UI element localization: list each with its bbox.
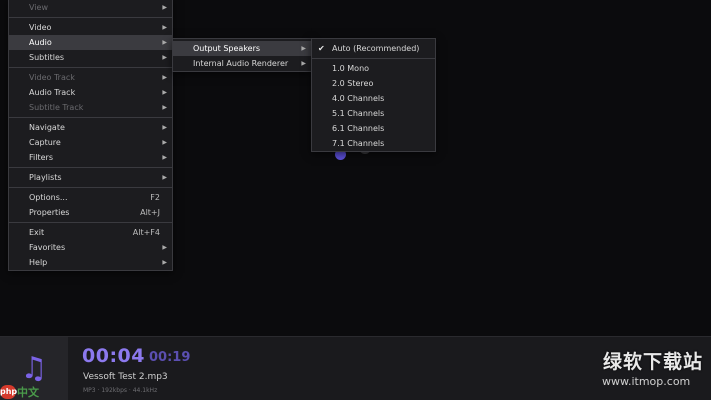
menu-item-speakers-auto[interactable]: ✔ Auto (Recommended): [312, 41, 435, 56]
menu-item-label: View: [29, 3, 48, 12]
menu-item-capture[interactable]: Capture ▶: [9, 135, 172, 150]
submenu-arrow-icon: ▶: [162, 4, 167, 11]
main-context-menu: View ▶ Video ▶ Audio ▶ Subtitles ▶ Video…: [8, 0, 173, 271]
menu-item-label: Audio Track: [29, 88, 76, 97]
output-speakers-submenu: ✔ Auto (Recommended) 1.0 Mono 2.0 Stereo…: [311, 38, 436, 152]
menu-item-internal-audio-renderer[interactable]: Internal Audio Renderer ▶: [173, 56, 311, 71]
menu-item-speakers-mono[interactable]: 1.0 Mono: [312, 61, 435, 76]
menu-separator: [9, 67, 172, 68]
menu-separator: [9, 117, 172, 118]
menu-item-label: Navigate: [29, 123, 65, 132]
menu-separator: [9, 167, 172, 168]
menu-item-shortcut: F2: [150, 193, 160, 202]
submenu-arrow-icon: ▶: [162, 39, 167, 46]
submenu-arrow-icon: ▶: [162, 89, 167, 96]
menu-separator: [9, 222, 172, 223]
menu-item-label: Video: [29, 23, 52, 32]
menu-separator: [9, 187, 172, 188]
player-bar: ♫ php 中文网 00:04 00:19 Vessoft Test 2.mp3…: [0, 336, 711, 400]
menu-item-options[interactable]: Options... F2: [9, 190, 172, 205]
menu-item-playlists[interactable]: Playlists ▶: [9, 170, 172, 185]
submenu-arrow-icon: ▶: [162, 259, 167, 266]
menu-item-shortcut: Alt+J: [140, 208, 160, 217]
submenu-arrow-icon: ▶: [162, 104, 167, 111]
submenu-arrow-icon: ▶: [162, 154, 167, 161]
menu-item-properties[interactable]: Properties Alt+J: [9, 205, 172, 220]
submenu-arrow-icon: ▶: [162, 24, 167, 31]
watermark-site-url: www.itmop.com: [602, 375, 691, 388]
submenu-arrow-icon: ▶: [162, 139, 167, 146]
menu-item-audio[interactable]: Audio ▶: [9, 35, 172, 50]
current-time: 00:04: [82, 345, 145, 367]
menu-item-speakers-4ch[interactable]: 4.0 Channels: [312, 91, 435, 106]
menu-item-audio-track[interactable]: Audio Track ▶: [9, 85, 172, 100]
submenu-arrow-icon: ▶: [162, 124, 167, 131]
menu-item-speakers-71[interactable]: 7.1 Channels: [312, 136, 435, 151]
track-title: Vessoft Test 2.mp3: [83, 372, 168, 382]
menu-item-label: 7.1 Channels: [332, 139, 385, 148]
submenu-arrow-icon: ▶: [301, 60, 306, 67]
menu-item-navigate[interactable]: Navigate ▶: [9, 120, 172, 135]
menu-item-label: Audio: [29, 38, 52, 47]
menu-item-view[interactable]: View ▶: [9, 0, 172, 15]
menu-item-exit[interactable]: Exit Alt+F4: [9, 225, 172, 240]
menu-item-shortcut: Alt+F4: [132, 228, 160, 237]
watermark-logo: php 中文网: [0, 383, 40, 400]
track-info: MP3 · 192kbps · 44.1kHz: [83, 387, 158, 394]
menu-item-label: Help: [29, 258, 48, 267]
menu-item-label: 4.0 Channels: [332, 94, 385, 103]
menu-item-label: Properties: [29, 208, 70, 217]
watermark-logo-cn: 中文网: [17, 386, 39, 399]
menu-item-favorites[interactable]: Favorites ▶: [9, 240, 172, 255]
menu-item-label: 6.1 Channels: [332, 124, 385, 133]
menu-item-label: Video Track: [29, 73, 75, 82]
submenu-arrow-icon: ▶: [162, 174, 167, 181]
menu-item-label: Filters: [29, 153, 53, 162]
menu-item-subtitle-track[interactable]: Subtitle Track ▶: [9, 100, 172, 115]
submenu-arrow-icon: ▶: [301, 45, 306, 52]
menu-item-label: Exit: [29, 228, 45, 237]
menu-item-label: 1.0 Mono: [332, 64, 370, 73]
music-note-icon: ♫: [20, 351, 48, 386]
menu-separator: [312, 58, 435, 59]
audio-submenu: Output Speakers ▶ Internal Audio Rendere…: [172, 38, 312, 72]
menu-item-label: Output Speakers: [193, 44, 261, 53]
menu-item-filters[interactable]: Filters ▶: [9, 150, 172, 165]
menu-item-output-speakers[interactable]: Output Speakers ▶: [173, 41, 311, 56]
menu-item-label: Subtitle Track: [29, 103, 84, 112]
watermark-site-name: 绿软下载站: [603, 351, 704, 373]
menu-separator: [9, 17, 172, 18]
menu-item-speakers-61[interactable]: 6.1 Channels: [312, 121, 435, 136]
menu-item-label: 2.0 Stereo: [332, 79, 374, 88]
submenu-arrow-icon: ▶: [162, 244, 167, 251]
submenu-arrow-icon: ▶: [162, 74, 167, 81]
menu-item-label: Playlists: [29, 173, 62, 182]
menu-item-label: Options...: [29, 193, 68, 202]
watermark-logo-badge: php: [0, 385, 17, 399]
submenu-arrow-icon: ▶: [162, 54, 167, 61]
menu-item-subtitles[interactable]: Subtitles ▶: [9, 50, 172, 65]
menu-item-label: 5.1 Channels: [332, 109, 385, 118]
menu-item-label: Auto (Recommended): [332, 44, 420, 53]
menu-item-video[interactable]: Video ▶: [9, 20, 172, 35]
check-icon: ✔: [318, 44, 325, 53]
menu-item-video-track[interactable]: Video Track ▶: [9, 70, 172, 85]
menu-item-speakers-51[interactable]: 5.1 Channels: [312, 106, 435, 121]
menu-item-label: Favorites: [29, 243, 66, 252]
menu-item-label: Subtitles: [29, 53, 65, 62]
menu-item-help[interactable]: Help ▶: [9, 255, 172, 270]
total-time: 00:19: [149, 350, 191, 365]
menu-item-speakers-stereo[interactable]: 2.0 Stereo: [312, 76, 435, 91]
menu-item-label: Internal Audio Renderer: [193, 59, 289, 68]
menu-item-label: Capture: [29, 138, 61, 147]
